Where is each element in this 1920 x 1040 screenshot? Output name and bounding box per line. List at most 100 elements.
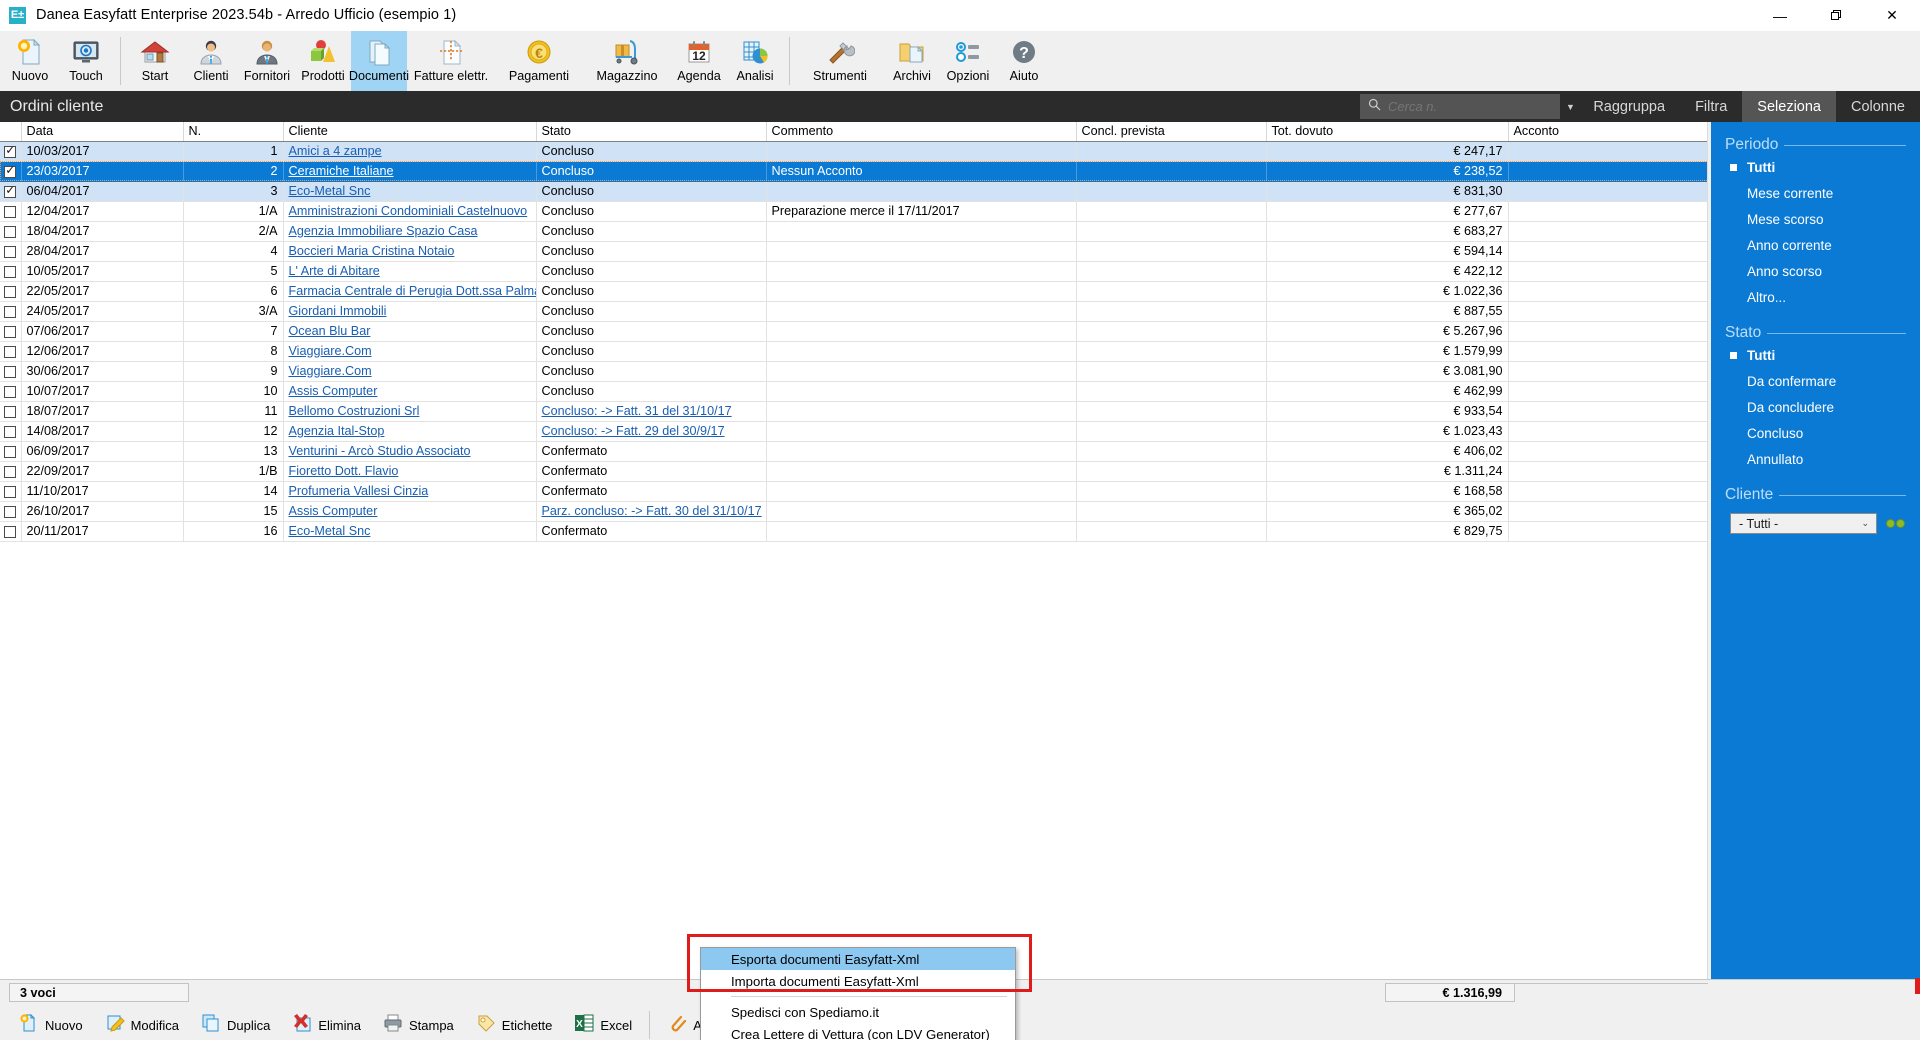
cell-cliente[interactable]: Agenzia Ital-Stop: [283, 421, 537, 442]
col-header-stato[interactable]: Stato: [536, 122, 767, 142]
col-header-checkbox[interactable]: [0, 122, 22, 142]
table-row[interactable]: 10/05/2017 5 L' Arte di Abitare Concluso € 4…: [0, 261, 1711, 282]
table-row[interactable]: 18/04/2017 2/A Agenzia Immobiliare Spazio …: [0, 221, 1711, 242]
ribbon-item-start[interactable]: Start: [127, 31, 183, 91]
cell-cliente[interactable]: Ceramiche Italiane: [283, 161, 537, 182]
sidebar-item-stato-tutti[interactable]: Tutti: [1725, 342, 1920, 368]
sidebar-item-periodo-tutti[interactable]: Tutti: [1725, 154, 1920, 180]
table-row[interactable]: 06/09/2017 13 Venturini - Arcò Studio Asso…: [0, 441, 1711, 462]
menu-item-crea-lettere-vettura[interactable]: Crea Lettere di Vettura (con LDV Generat…: [701, 1023, 1015, 1040]
row-checkbox[interactable]: [0, 241, 22, 262]
cell-cliente-link[interactable]: Giordani Immobili: [289, 304, 387, 318]
cell-cliente[interactable]: Fioretto Dott. Flavio: [283, 461, 537, 482]
ribbon-item-fatture-elettr[interactable]: Fatture elettr.: [407, 31, 495, 91]
cell-stato-link[interactable]: Concluso: -> Fatt. 31 del 31/10/17: [542, 404, 732, 418]
ribbon-item-opzioni[interactable]: Opzioni: [940, 31, 996, 91]
col-header-data[interactable]: Data: [21, 122, 184, 142]
checkbox-icon[interactable]: [4, 245, 17, 258]
sidebar-item-mese-scorso[interactable]: Mese scorso: [1725, 206, 1920, 232]
minimize-button[interactable]: —: [1752, 0, 1808, 31]
sidebar-item-annullato[interactable]: Annullato: [1725, 446, 1920, 472]
col-header-commento[interactable]: Commento: [766, 122, 1077, 142]
search-input[interactable]: [1388, 99, 1566, 114]
ribbon-item-pagamenti[interactable]: € Pagamenti: [495, 31, 583, 91]
checkbox-icon[interactable]: [4, 505, 17, 518]
cell-cliente[interactable]: Profumeria Vallesi Cinzia: [283, 481, 537, 502]
cell-cliente[interactable]: Farmacia Centrale di Perugia Dott.ssa Pa…: [283, 281, 537, 302]
sidebar-item-da-concludere[interactable]: Da concludere: [1725, 394, 1920, 420]
row-checkbox[interactable]: [0, 321, 22, 342]
row-checkbox[interactable]: [0, 401, 22, 422]
row-checkbox[interactable]: [0, 161, 22, 182]
sidebar-item-mese-corrente[interactable]: Mese corrente: [1725, 180, 1920, 206]
cell-cliente[interactable]: Amministrazioni Condominiali Castelnuovo: [283, 201, 537, 222]
checkbox-checked-icon[interactable]: [4, 143, 17, 158]
cell-cliente-link[interactable]: Ocean Blu Bar: [289, 324, 371, 338]
checkbox-icon[interactable]: [4, 205, 17, 218]
row-checkbox[interactable]: [0, 501, 22, 522]
cell-cliente[interactable]: Boccieri Maria Cristina Notaio: [283, 241, 537, 262]
cell-cliente-link[interactable]: Ceramiche Italiane: [289, 164, 394, 178]
cell-cliente-link[interactable]: Viaggiare.Com: [289, 344, 372, 358]
table-row[interactable]: 11/10/2017 14 Profumeria Vallesi Cinzia Con…: [0, 481, 1711, 502]
cell-cliente[interactable]: Bellomo Costruzioni Srl: [283, 401, 537, 422]
cell-cliente[interactable]: Eco-Metal Snc: [283, 521, 537, 542]
bottom-button-duplica[interactable]: Duplica: [190, 1005, 281, 1040]
cell-cliente-link[interactable]: Bellomo Costruzioni Srl: [289, 404, 420, 418]
ribbon-item-strumenti[interactable]: Strumenti: [796, 31, 884, 91]
sidebar-item-anno-corrente[interactable]: Anno corrente: [1725, 232, 1920, 258]
table-row[interactable]: 12/04/2017 1/A Amministrazioni Condominial…: [0, 201, 1711, 222]
checkbox-icon[interactable]: [4, 385, 17, 398]
checkbox-checked-icon[interactable]: [4, 183, 17, 198]
cell-cliente-link[interactable]: L' Arte di Abitare: [289, 264, 380, 278]
checkbox-icon[interactable]: [4, 365, 17, 378]
ribbon-item-nuovo[interactable]: Nuovo: [2, 31, 58, 91]
raggruppa-button[interactable]: Raggruppa: [1578, 91, 1680, 122]
row-checkbox[interactable]: [0, 421, 22, 442]
row-checkbox[interactable]: [0, 261, 22, 282]
cell-cliente[interactable]: Giordani Immobili: [283, 301, 537, 322]
cell-cliente[interactable]: Viaggiare.Com: [283, 361, 537, 382]
cell-cliente-link[interactable]: Viaggiare.Com: [289, 364, 372, 378]
checkbox-icon[interactable]: [4, 225, 17, 238]
bottom-button-etichette[interactable]: Etichette: [465, 1005, 564, 1040]
table-row[interactable]: 12/06/2017 8 Viaggiare.Com Concluso € 1.579,…: [0, 341, 1711, 362]
row-checkbox[interactable]: [0, 521, 22, 542]
checkbox-icon[interactable]: [4, 445, 17, 458]
bottom-button-nuovo[interactable]: Nuovo: [8, 1005, 94, 1040]
cell-cliente[interactable]: Venturini - Arcò Studio Associato: [283, 441, 537, 462]
row-checkbox[interactable]: [0, 461, 22, 482]
row-checkbox[interactable]: [0, 181, 22, 202]
table-row[interactable]: 10/03/20171 Amici a 4 zampe Concluso € 247,…: [0, 141, 1711, 162]
cell-cliente-link[interactable]: Venturini - Arcò Studio Associato: [289, 444, 471, 458]
sidebar-item-anno-scorso[interactable]: Anno scorso: [1725, 258, 1920, 284]
ribbon-item-agenda[interactable]: 12 Agenda: [671, 31, 727, 91]
table-row[interactable]: 30/06/2017 9 Viaggiare.Com Concluso € 3.081,…: [0, 361, 1711, 382]
row-checkbox[interactable]: [0, 381, 22, 402]
checkbox-icon[interactable]: [4, 485, 17, 498]
cell-cliente-link[interactable]: Agenzia Immobiliare Spazio Casa: [289, 224, 478, 238]
cell-stato-link[interactable]: Parz. concluso: -> Fatt. 30 del 31/10/17: [542, 504, 762, 518]
sidebar-item-concluso[interactable]: Concluso: [1725, 420, 1920, 446]
cell-cliente-link[interactable]: Boccieri Maria Cristina Notaio: [289, 244, 455, 258]
cell-cliente-link[interactable]: Profumeria Vallesi Cinzia: [289, 484, 429, 498]
sidebar-item-da-confermare[interactable]: Da confermare: [1725, 368, 1920, 394]
checkbox-checked-icon[interactable]: [4, 163, 17, 178]
col-header-cliente[interactable]: Cliente: [283, 122, 537, 142]
cell-cliente-link[interactable]: Assis Computer: [289, 384, 378, 398]
seleziona-button[interactable]: Seleziona: [1742, 91, 1836, 122]
col-header-numero[interactable]: N.: [183, 122, 284, 142]
ribbon-item-documenti[interactable]: Documenti: [349, 31, 409, 91]
table-row[interactable]: 22/05/2017 6 Farmacia Centrale di Perugia …: [0, 281, 1711, 302]
cell-stato[interactable]: Concluso: -> Fatt. 31 del 31/10/17: [536, 401, 767, 422]
row-checkbox[interactable]: [0, 281, 22, 302]
menu-item-esporta-xml[interactable]: Esporta documenti Easyfatt-Xml: [701, 948, 1015, 970]
cell-cliente-link[interactable]: Eco-Metal Snc: [289, 524, 371, 538]
row-checkbox[interactable]: [0, 341, 22, 362]
ribbon-item-prodotti[interactable]: Prodotti: [295, 31, 351, 91]
checkbox-icon[interactable]: [4, 525, 17, 538]
filtra-button[interactable]: Filtra: [1680, 91, 1742, 122]
cell-stato[interactable]: Concluso: -> Fatt. 29 del 30/9/17: [536, 421, 767, 442]
sidebar-item-altro[interactable]: Altro...: [1725, 284, 1920, 310]
ribbon-item-archivi[interactable]: Archivi: [884, 31, 940, 91]
